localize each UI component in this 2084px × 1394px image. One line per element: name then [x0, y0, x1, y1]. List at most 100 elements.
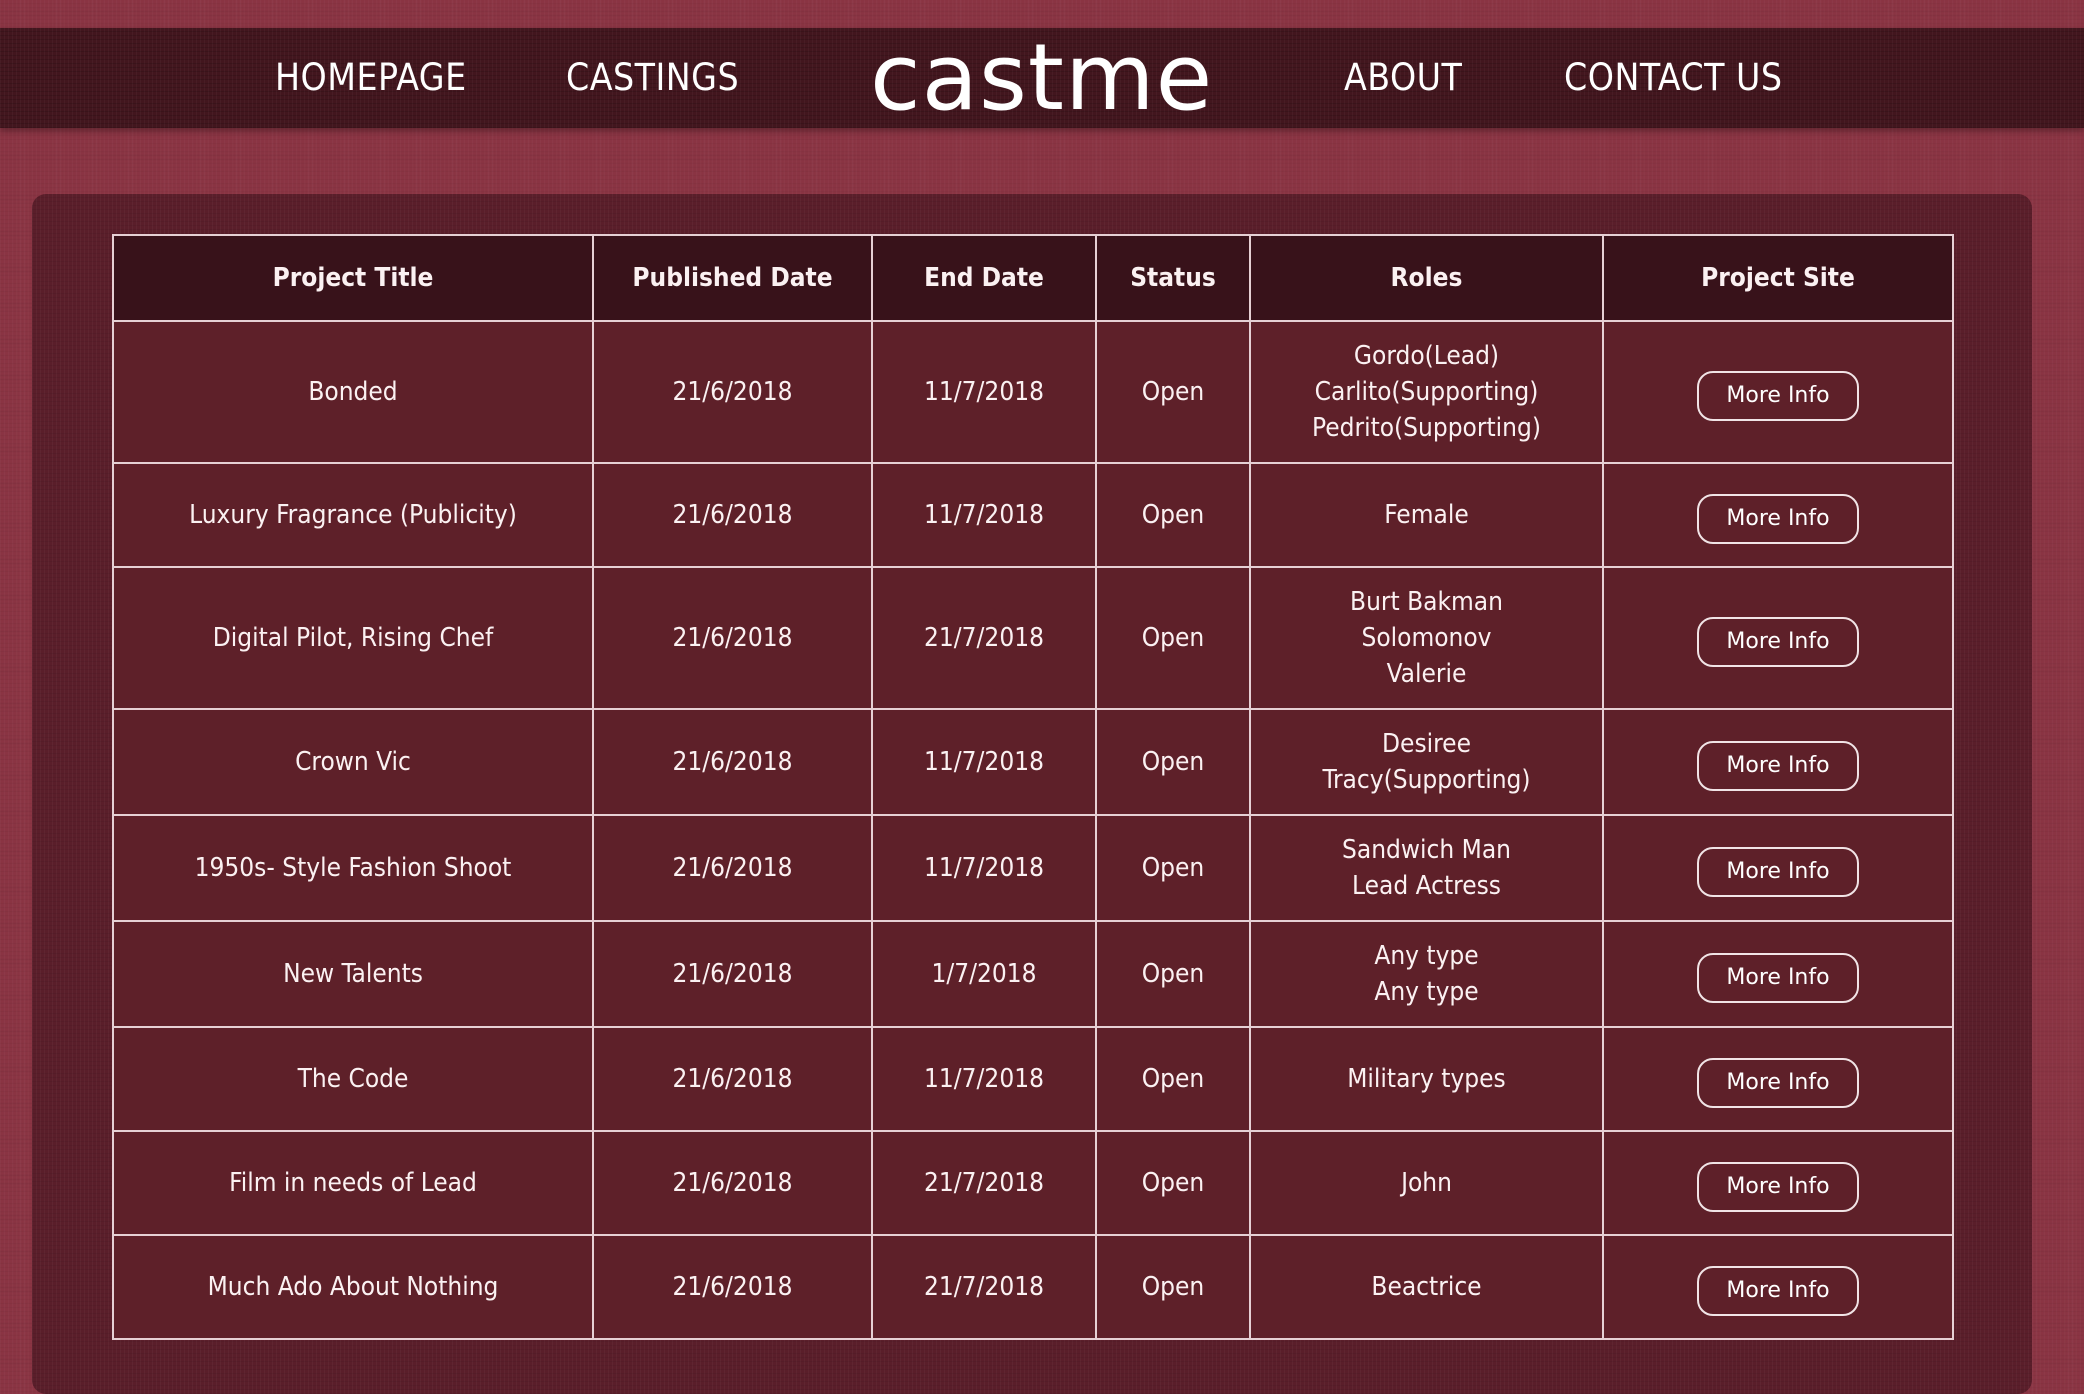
cell-end-date: 11/7/2018: [871, 462, 1097, 568]
table-row: Bonded 21/6/2018 11/7/2018 Open Gordo(Le…: [112, 320, 1954, 464]
cell-end-date: 21/7/2018: [871, 566, 1097, 710]
cell-status: Open: [1095, 814, 1251, 922]
cell-roles: Gordo(Lead) Carlito(Supporting) Pedrito(…: [1249, 320, 1604, 464]
cell-published-date: 21/6/2018: [592, 566, 873, 710]
cell-roles: John: [1249, 1130, 1604, 1236]
cell-published-date: 21/6/2018: [592, 320, 873, 464]
cell-project-title: 1950s- Style Fashion Shoot: [112, 814, 594, 922]
nav-contact-us-link[interactable]: CONTACT US: [1564, 28, 1783, 128]
cell-roles: Female: [1249, 462, 1604, 568]
role-item: Female: [1384, 500, 1469, 530]
cell-published-date: 21/6/2018: [592, 920, 873, 1028]
cell-published-date: 21/6/2018: [592, 814, 873, 922]
cell-published-date: 21/6/2018: [592, 708, 873, 816]
header-project-site: Project Site: [1602, 234, 1954, 322]
cell-end-date: 21/7/2018: [871, 1234, 1097, 1340]
role-item: Gordo(Lead): [1353, 341, 1500, 371]
more-info-button[interactable]: More Info: [1697, 847, 1859, 897]
role-item: Desiree: [1382, 729, 1471, 759]
table-header: Project Title Published Date End Date St…: [112, 234, 1954, 322]
cell-status: Open: [1095, 1026, 1251, 1132]
role-item: Solomonov: [1361, 623, 1492, 653]
cell-project-site: More Info: [1602, 1234, 1954, 1340]
table-row: Digital Pilot, Rising Chef 21/6/2018 21/…: [112, 566, 1954, 710]
cell-end-date: 1/7/2018: [871, 920, 1097, 1028]
role-item: Any type: [1374, 941, 1479, 971]
nav-homepage-link[interactable]: HOMEPAGE: [275, 28, 467, 128]
header-status: Status: [1095, 234, 1251, 322]
nav-about-link[interactable]: ABOUT: [1344, 28, 1462, 128]
cell-project-site: More Info: [1602, 814, 1954, 922]
header-published-date: Published Date: [592, 234, 873, 322]
cell-status: Open: [1095, 1130, 1251, 1236]
cell-roles: Military types: [1249, 1026, 1604, 1132]
header-project-title: Project Title: [112, 234, 594, 322]
role-item: Valerie: [1386, 659, 1467, 689]
more-info-button[interactable]: More Info: [1697, 953, 1859, 1003]
table-row: Much Ado About Nothing 21/6/2018 21/7/20…: [112, 1234, 1954, 1340]
table-body: Bonded 21/6/2018 11/7/2018 Open Gordo(Le…: [112, 320, 1954, 1340]
cell-status: Open: [1095, 462, 1251, 568]
cell-project-title: Much Ado About Nothing: [112, 1234, 594, 1340]
table-row: 1950s- Style Fashion Shoot 21/6/2018 11/…: [112, 814, 1954, 922]
cell-project-title: Digital Pilot, Rising Chef: [112, 566, 594, 710]
cell-project-site: More Info: [1602, 566, 1954, 710]
table-row: Luxury Fragrance (Publicity) 21/6/2018 1…: [112, 462, 1954, 568]
cell-project-title: Crown Vic: [112, 708, 594, 816]
more-info-button[interactable]: More Info: [1697, 494, 1859, 544]
role-item: Burt Bakman: [1350, 587, 1503, 617]
role-item: Sandwich Man: [1342, 835, 1511, 865]
cell-end-date: 21/7/2018: [871, 1130, 1097, 1236]
cell-project-title: Bonded: [112, 320, 594, 464]
cell-project-title: Luxury Fragrance (Publicity): [112, 462, 594, 568]
table-row: Film in needs of Lead 21/6/2018 21/7/201…: [112, 1130, 1954, 1236]
nav-castings-link[interactable]: CASTINGS: [566, 28, 739, 128]
cell-project-site: More Info: [1602, 462, 1954, 568]
cell-project-title: New Talents: [112, 920, 594, 1028]
cell-published-date: 21/6/2018: [592, 1234, 873, 1340]
cell-project-title: Film in needs of Lead: [112, 1130, 594, 1236]
more-info-button[interactable]: More Info: [1697, 1162, 1859, 1212]
castme-logo[interactable]: castme: [870, 28, 1212, 128]
cell-project-site: More Info: [1602, 1130, 1954, 1236]
role-item: Military types: [1347, 1064, 1506, 1094]
more-info-button[interactable]: More Info: [1697, 741, 1859, 791]
cell-status: Open: [1095, 1234, 1251, 1340]
cell-roles: Desiree Tracy(Supporting): [1249, 708, 1604, 816]
header-row: Project Title Published Date End Date St…: [112, 234, 1954, 322]
role-item: Beactrice: [1371, 1272, 1482, 1302]
cell-end-date: 11/7/2018: [871, 814, 1097, 922]
cell-published-date: 21/6/2018: [592, 1130, 873, 1236]
role-item: Tracy(Supporting): [1322, 765, 1531, 795]
role-item: Lead Actress: [1352, 871, 1501, 901]
cell-end-date: 11/7/2018: [871, 708, 1097, 816]
cell-end-date: 11/7/2018: [871, 1026, 1097, 1132]
more-info-button[interactable]: More Info: [1697, 1266, 1859, 1316]
more-info-button[interactable]: More Info: [1697, 617, 1859, 667]
castings-table: Project Title Published Date End Date St…: [112, 234, 1954, 1340]
cell-status: Open: [1095, 320, 1251, 464]
cell-roles: Burt Bakman Solomonov Valerie: [1249, 566, 1604, 710]
cell-roles: Beactrice: [1249, 1234, 1604, 1340]
role-item: Pedrito(Supporting): [1312, 413, 1541, 443]
role-item: John: [1401, 1168, 1452, 1198]
cell-project-site: More Info: [1602, 708, 1954, 816]
cell-end-date: 11/7/2018: [871, 320, 1097, 464]
cell-published-date: 21/6/2018: [592, 1026, 873, 1132]
cell-roles: Sandwich Man Lead Actress: [1249, 814, 1604, 922]
cell-project-site: More Info: [1602, 1026, 1954, 1132]
header-end-date: End Date: [871, 234, 1097, 322]
table-row: New Talents 21/6/2018 1/7/2018 Open Any …: [112, 920, 1954, 1028]
role-item: Carlito(Supporting): [1314, 377, 1539, 407]
cell-project-site: More Info: [1602, 920, 1954, 1028]
cell-status: Open: [1095, 708, 1251, 816]
table-row: Crown Vic 21/6/2018 11/7/2018 Open Desir…: [112, 708, 1954, 816]
role-item: Any type: [1374, 977, 1479, 1007]
more-info-button[interactable]: More Info: [1697, 1058, 1859, 1108]
header-roles: Roles: [1249, 234, 1604, 322]
cell-published-date: 21/6/2018: [592, 462, 873, 568]
cell-roles: Any type Any type: [1249, 920, 1604, 1028]
top-navbar: HOMEPAGE CASTINGS castme ABOUT CONTACT U…: [0, 28, 2084, 128]
more-info-button[interactable]: More Info: [1697, 371, 1859, 421]
cell-project-title: The Code: [112, 1026, 594, 1132]
